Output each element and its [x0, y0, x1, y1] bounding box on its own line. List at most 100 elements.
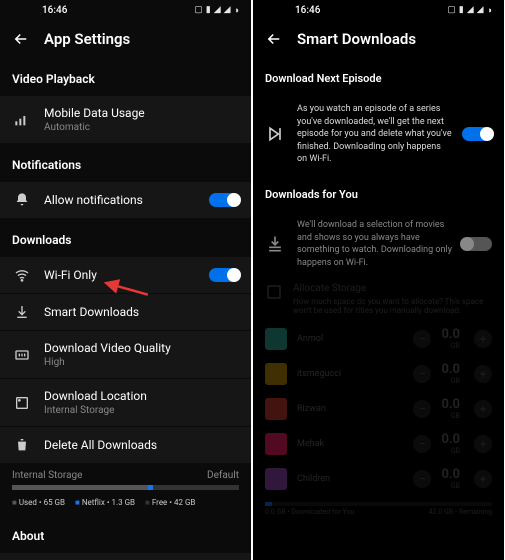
- storage-icon: [265, 283, 283, 315]
- row-sub: Automatic: [44, 122, 239, 133]
- plus-button[interactable]: +: [474, 470, 492, 488]
- allocate-title: Allocate Storage: [293, 283, 492, 294]
- section-notifications: Notifications: [0, 144, 251, 182]
- storage-icon: [12, 395, 32, 411]
- trash-icon: [12, 437, 32, 453]
- profile-val: 0.0: [441, 362, 460, 377]
- play-next-icon: [265, 124, 287, 144]
- row-next-episode: As you watch an episode of a series you'…: [253, 95, 504, 174]
- profile-row: Mehak−0.0GB +: [253, 426, 504, 461]
- row-allow-notifications[interactable]: Allow notifications: [0, 182, 251, 219]
- footer-right: 42.0 GB • Remaining: [429, 508, 492, 516]
- profile-row: Rizwan−0.0GB +: [253, 391, 504, 426]
- row-mobile-data[interactable]: Mobile Data Usage Automatic: [0, 96, 251, 144]
- dimmed-section: Allocate Storage How much space do you w…: [253, 277, 504, 516]
- minus-button[interactable]: −: [413, 400, 431, 418]
- row-label: Download Location: [44, 389, 239, 403]
- storage-default: Default: [207, 470, 239, 481]
- plus-button[interactable]: +: [474, 435, 492, 453]
- profile-row: Children−0.0GB +: [253, 461, 504, 496]
- profile-name: Anmol: [297, 334, 403, 344]
- toggle-next-episode[interactable]: [462, 127, 492, 141]
- avatar: [265, 433, 287, 455]
- status-time: 16:46: [295, 5, 320, 16]
- profile-name: Mehak: [297, 439, 403, 449]
- row-download-location[interactable]: Download Location Internal Storage: [0, 379, 251, 427]
- row-sub: High: [44, 357, 239, 368]
- profile-unit: GB: [441, 447, 460, 455]
- toggle-wifi-only[interactable]: [209, 268, 239, 282]
- storage-header: Internal Storage Default: [0, 464, 251, 481]
- phone-left: 16:46 ▢▮◢◢◑ App Settings Video Playback …: [0, 0, 251, 560]
- profile-unit: GB: [441, 377, 460, 385]
- status-icons: ▢▮◢◢◑: [447, 5, 492, 16]
- profile-val: 0.0: [441, 327, 460, 342]
- legend-used: Used • 65 GB: [12, 498, 65, 507]
- row-wifi-only[interactable]: Wi-Fi Only: [0, 257, 251, 294]
- row-device[interactable]: Device Version: 8.10.0 build 7 (code 400…: [0, 553, 251, 560]
- section-about: About: [0, 515, 251, 553]
- page-title: App Settings: [44, 30, 130, 48]
- profile-row: itsmegucci−0.0GB +: [253, 356, 504, 391]
- legend-netflix: Netflix • 1.3 GB: [75, 498, 135, 507]
- minus-button[interactable]: −: [413, 365, 431, 383]
- storage-legend: Used • 65 GB Netflix • 1.3 GB Free • 42 …: [0, 494, 251, 515]
- legend-free: Free • 42 GB: [145, 498, 195, 507]
- progress-footer: 0.0 GB • Downloaded for You 42.0 GB • Re…: [253, 508, 504, 516]
- section-playback: Video Playback: [0, 58, 251, 96]
- profile-val: 0.0: [441, 467, 460, 482]
- page-title: Smart Downloads: [297, 30, 416, 48]
- row-for-you: We'll download a selection of movies and…: [253, 211, 504, 277]
- row-smart-downloads[interactable]: Smart Downloads: [0, 294, 251, 331]
- section-for-you: Downloads for You: [253, 174, 504, 211]
- allocate-desc: How much space do you want to allocate? …: [293, 297, 492, 315]
- section-next-episode: Download Next Episode: [253, 58, 504, 95]
- plus-button[interactable]: +: [474, 400, 492, 418]
- avatar: [265, 398, 287, 420]
- profile-unit: GB: [441, 482, 460, 490]
- avatar: [265, 468, 287, 490]
- storage-title: Internal Storage: [12, 470, 82, 481]
- footer-left: 0.0 GB • Downloaded for You: [265, 508, 354, 516]
- profile-row: Anmol−0.0GB +: [253, 321, 504, 356]
- profile-unit: GB: [441, 412, 460, 420]
- back-icon[interactable]: [265, 30, 283, 48]
- plus-button[interactable]: +: [474, 365, 492, 383]
- profile-val: 0.0: [441, 432, 460, 447]
- status-bar: 16:46 ▢▮◢◢◑: [0, 0, 251, 20]
- row-label: Download Video Quality: [44, 341, 239, 355]
- back-icon[interactable]: [12, 30, 30, 48]
- profile-name: Children: [297, 474, 403, 484]
- for-you-desc: We'll download a selection of movies and…: [297, 219, 452, 269]
- allocate-storage: Allocate Storage How much space do you w…: [253, 277, 504, 321]
- status-icons: ▢▮◢◢◑: [194, 5, 239, 16]
- minus-button[interactable]: −: [413, 435, 431, 453]
- signal-icon: [12, 112, 32, 128]
- phone-right: 16:46 ▢▮◢◢◑ Smart Downloads Download Nex…: [253, 0, 504, 560]
- profile-val: 0.0: [441, 397, 460, 412]
- profile-name: Rizwan: [297, 404, 403, 414]
- plus-button[interactable]: +: [474, 330, 492, 348]
- bell-icon: [12, 192, 32, 208]
- minus-button[interactable]: −: [413, 330, 431, 348]
- download-icon: [12, 304, 32, 320]
- row-label: Allow notifications: [44, 193, 197, 207]
- row-label: Smart Downloads: [44, 305, 239, 319]
- row-delete-all[interactable]: Delete All Downloads: [0, 427, 251, 464]
- status-bar: 16:46 ▢▮◢◢◑: [253, 0, 504, 20]
- minus-button[interactable]: −: [413, 470, 431, 488]
- wifi-icon: [12, 267, 32, 283]
- header: Smart Downloads: [253, 20, 504, 58]
- toggle-notifications[interactable]: [209, 193, 239, 207]
- row-label: Delete All Downloads: [44, 438, 239, 452]
- profile-unit: GB: [441, 342, 460, 350]
- avatar: [265, 363, 287, 385]
- next-episode-desc: As you watch an episode of a series you'…: [297, 103, 452, 166]
- toggle-for-you[interactable]: [462, 237, 492, 251]
- row-label: Mobile Data Usage: [44, 106, 239, 120]
- storage-bar: [12, 485, 239, 490]
- row-download-quality[interactable]: Download Video Quality High: [0, 331, 251, 379]
- row-sub: Internal Storage: [44, 405, 239, 416]
- section-downloads: Downloads: [0, 219, 251, 257]
- profile-name: itsmegucci: [297, 369, 403, 379]
